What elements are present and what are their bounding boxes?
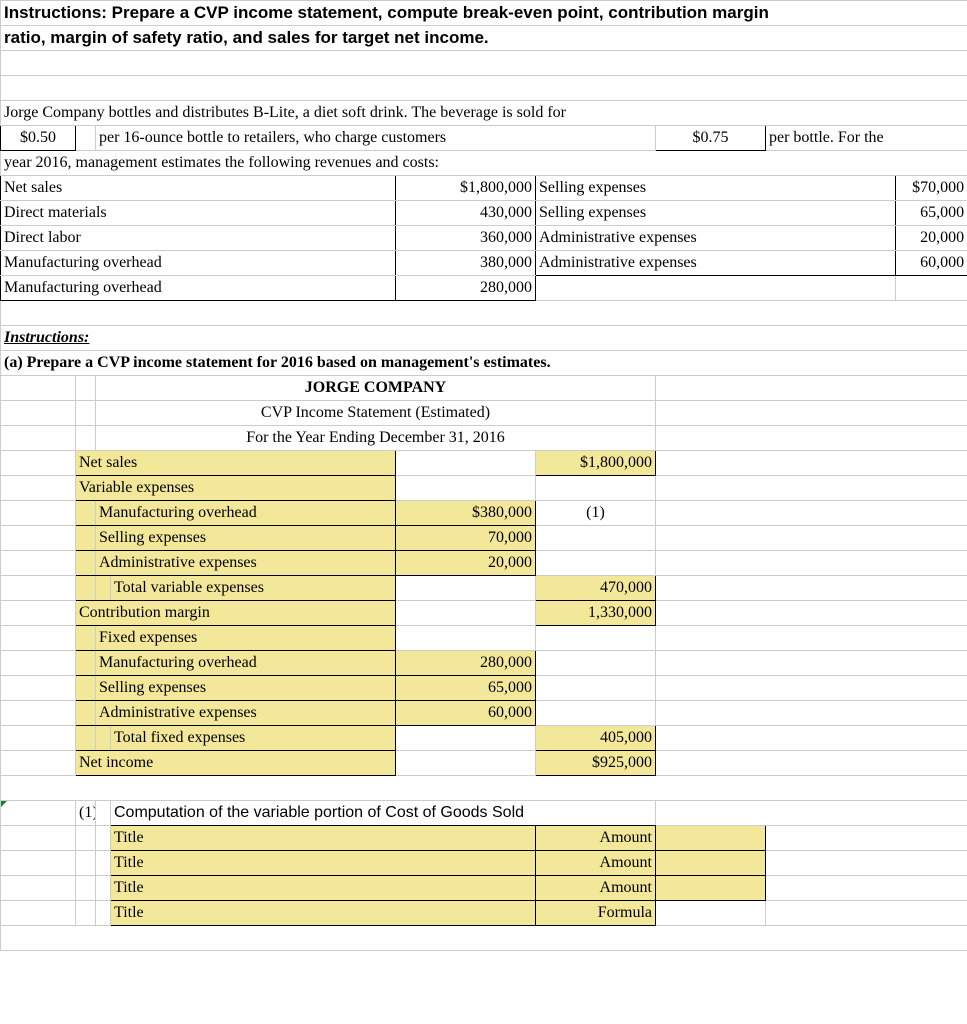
contrib-label[interactable]: Contribution margin: [76, 601, 396, 626]
data-row: Manufacturing overhead 380,000 Administr…: [1, 251, 967, 276]
net-income-label[interactable]: Net income: [76, 751, 396, 776]
note-ref: (1): [76, 801, 96, 826]
problem-year-line: year 2016, management estimates the foll…: [1, 151, 967, 176]
price-per-bottle-wholesale[interactable]: $0.50: [1, 126, 76, 151]
part-a: (a) Prepare a CVP income statement for 2…: [1, 351, 967, 376]
problem-intro: Jorge Company bottles and distributes B-…: [1, 101, 967, 126]
instructions-line2: ratio, margin of safety ratio, and sales…: [1, 26, 967, 51]
cvp-period: For the Year Ending December 31, 2016: [96, 426, 656, 451]
total-var-label[interactable]: Total variable expenses: [111, 576, 396, 601]
var-line-label[interactable]: Manufacturing overhead: [96, 501, 396, 526]
note-mark: (1): [536, 501, 656, 526]
cvp-company: JORGE COMPANY: [96, 376, 656, 401]
data-row: Manufacturing overhead 280,000: [1, 276, 967, 301]
contrib-value[interactable]: 1,330,000: [536, 601, 656, 626]
net-sales-value[interactable]: $1,800,000: [536, 451, 656, 476]
total-fixed-value[interactable]: 405,000: [536, 726, 656, 751]
var-line-value[interactable]: $380,000: [396, 501, 536, 526]
data-right-label: Selling expenses: [536, 176, 896, 201]
instructions-heading: Instructions:: [1, 326, 967, 351]
var-exp-label[interactable]: Variable expenses: [76, 476, 396, 501]
comp-amount[interactable]: Amount: [536, 826, 656, 851]
data-row: Direct labor 360,000 Administrative expe…: [1, 226, 967, 251]
cvp-title: CVP Income Statement (Estimated): [96, 401, 656, 426]
data-row: Direct materials 430,000 Selling expense…: [1, 201, 967, 226]
instructions-line1: Instructions: Prepare a CVP income state…: [1, 1, 967, 26]
spreadsheet-grid: Instructions: Prepare a CVP income state…: [0, 0, 967, 951]
net-sales-label[interactable]: Net sales: [76, 451, 396, 476]
data-row: Net sales $1,800,000 Selling expenses $7…: [1, 176, 967, 201]
total-var-value[interactable]: 470,000: [536, 576, 656, 601]
data-left-value: $1,800,000: [396, 176, 536, 201]
total-fixed-label[interactable]: Total fixed expenses: [111, 726, 396, 751]
fixed-exp-label[interactable]: Fixed expenses: [96, 626, 396, 651]
data-right-value: $70,000: [896, 176, 967, 201]
problem-mid: per 16-ounce bottle to retailers, who ch…: [96, 126, 656, 151]
computation-heading: Computation of the variable portion of C…: [111, 801, 656, 826]
net-income-value[interactable]: $925,000: [536, 751, 656, 776]
data-left-label: Net sales: [1, 176, 396, 201]
price-per-bottle-retail[interactable]: $0.75: [656, 126, 766, 151]
comp-title[interactable]: Title: [111, 826, 536, 851]
problem-tail: per bottle. For the: [766, 126, 967, 151]
